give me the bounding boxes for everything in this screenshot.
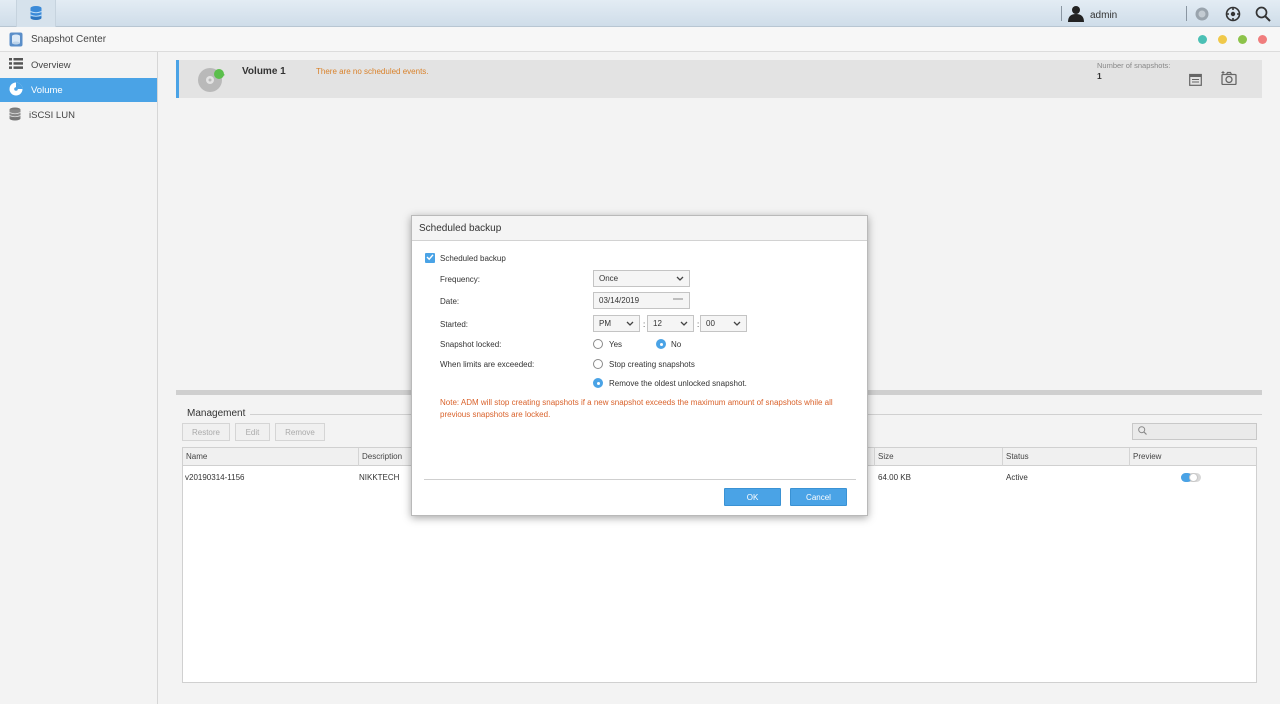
volume-name: Volume 1 — [242, 66, 286, 77]
snapshot-count-label: Number of snapshots: — [1097, 61, 1171, 70]
schedule-calendar-button[interactable] — [1186, 71, 1204, 89]
list-icon — [9, 58, 23, 72]
snapshot-search[interactable] — [1132, 423, 1257, 440]
ampm-select[interactable]: PM — [593, 315, 640, 332]
minute-value: 00 — [706, 319, 715, 328]
dialog-divider — [424, 479, 856, 480]
checkmark-icon — [426, 253, 434, 263]
management-title: Management — [187, 408, 246, 419]
camera-icon — [1221, 71, 1237, 87]
edit-button[interactable]: Edit — [235, 423, 270, 441]
frequency-select[interactable]: Once — [593, 270, 690, 287]
sidebar-item-label: Overview — [31, 59, 71, 71]
frequency-label: Frequency: — [440, 275, 481, 284]
window-titlebar: Snapshot Center — [0, 27, 1280, 52]
search-icon — [1138, 426, 1147, 437]
window-title: Snapshot Center — [31, 34, 107, 45]
ok-button[interactable]: OK — [724, 488, 781, 506]
minute-select[interactable]: 00 — [700, 315, 747, 332]
toggle-knob — [1189, 473, 1198, 482]
sidebar-item-volume[interactable]: Volume — [0, 78, 157, 102]
column-header-status[interactable]: Status — [1003, 448, 1130, 466]
system-taskbar: admin — [0, 0, 1280, 27]
date-label: Date: — [440, 297, 460, 306]
dialog-body: Scheduled backup Frequency: Once Date: 0… — [412, 241, 867, 517]
stop-creating-radio[interactable] — [593, 359, 603, 369]
hour-select[interactable]: 12 — [647, 315, 694, 332]
username-label: admin — [1090, 9, 1118, 21]
calendar-icon — [1188, 73, 1202, 88]
limits-note: Note: ADM will stop creating snapshots i… — [440, 398, 833, 419]
take-snapshot-button[interactable] — [1220, 70, 1238, 88]
ampm-value: PM — [599, 319, 611, 328]
search-icon[interactable] — [1254, 5, 1272, 23]
remove-button[interactable]: Remove — [275, 423, 325, 441]
scheduled-backup-dialog: Scheduled backup Scheduled backup Freque… — [411, 215, 868, 516]
sidebar-item-iscsi-lun[interactable]: iSCSI LUN — [0, 103, 157, 127]
help-button[interactable] — [1198, 35, 1207, 44]
notification-icon[interactable] — [1193, 5, 1211, 23]
chevron-down-icon — [733, 319, 741, 328]
scheduled-backup-label: Scheduled backup — [440, 254, 506, 263]
row-status: Active — [1006, 473, 1028, 482]
date-input[interactable]: 03/14/2019 — [593, 292, 690, 309]
settings-icon[interactable] — [1224, 5, 1242, 23]
close-button[interactable] — [1258, 35, 1267, 44]
date-value: 03/14/2019 — [599, 296, 640, 305]
row-name: v20190314-1156 — [185, 473, 245, 482]
stop-creating-label: Stop creating snapshots — [609, 360, 695, 369]
sidebar-item-overview[interactable]: Overview — [0, 53, 157, 77]
chevron-down-icon — [680, 319, 688, 328]
search-input[interactable] — [1151, 427, 1251, 436]
started-label: Started: — [440, 320, 469, 329]
storage-icon — [9, 107, 21, 124]
locked-yes-label: Yes — [609, 340, 623, 349]
chevron-down-icon — [626, 319, 634, 328]
locked-yes-radio[interactable] — [593, 339, 603, 349]
taskbar-separator — [1061, 6, 1062, 21]
chevron-down-icon — [676, 274, 684, 283]
maximize-button[interactable] — [1238, 35, 1247, 44]
database-icon — [29, 5, 43, 23]
cancel-button[interactable]: Cancel — [790, 488, 847, 506]
remove-oldest-label: Remove the oldest unlocked snapshot. — [609, 379, 747, 388]
column-header-name[interactable]: Name — [183, 448, 359, 466]
taskbar-separator — [1186, 6, 1187, 21]
time-separator: : — [643, 320, 646, 329]
snapshot-locked-label: Snapshot locked: — [440, 340, 502, 349]
sidebar: Overview Volume iSCSI LUN — [0, 52, 158, 704]
limits-exceeded-label: When limits are exceeded: — [440, 360, 535, 369]
hour-value: 12 — [653, 319, 662, 328]
locked-no-label: No — [671, 340, 682, 349]
locked-no-radio[interactable] — [656, 339, 666, 349]
sidebar-item-label: Volume — [31, 84, 63, 96]
user-menu[interactable]: admin — [1068, 5, 1117, 25]
minimize-button[interactable] — [1218, 35, 1227, 44]
sidebar-item-label: iSCSI LUN — [29, 109, 75, 121]
frequency-value: Once — [599, 274, 619, 283]
column-header-size[interactable]: Size — [875, 448, 1003, 466]
volume-disk-icon — [197, 65, 227, 95]
volume-icon — [9, 82, 23, 99]
remove-oldest-radio[interactable] — [593, 378, 603, 388]
row-description: NIKKTECH — [359, 473, 400, 482]
volume-schedule-message: There are no scheduled events. — [316, 67, 429, 76]
snapshot-center-taskbar-button[interactable] — [16, 0, 56, 27]
restore-button[interactable]: Restore — [182, 423, 230, 441]
dialog-title: Scheduled backup — [412, 216, 867, 241]
preview-toggle[interactable] — [1181, 473, 1201, 482]
row-size: 64.00 KB — [878, 473, 911, 482]
snapshot-center-icon — [9, 32, 23, 49]
volume-card[interactable]: Volume 1 There are no scheduled events. … — [176, 60, 1262, 98]
user-icon — [1068, 5, 1084, 25]
column-header-preview[interactable]: Preview — [1130, 448, 1258, 466]
calendar-dropdown-icon — [672, 296, 684, 305]
snapshot-count: 1 — [1097, 71, 1102, 81]
scheduled-backup-checkbox[interactable] — [425, 253, 435, 263]
time-separator: : — [697, 320, 700, 329]
